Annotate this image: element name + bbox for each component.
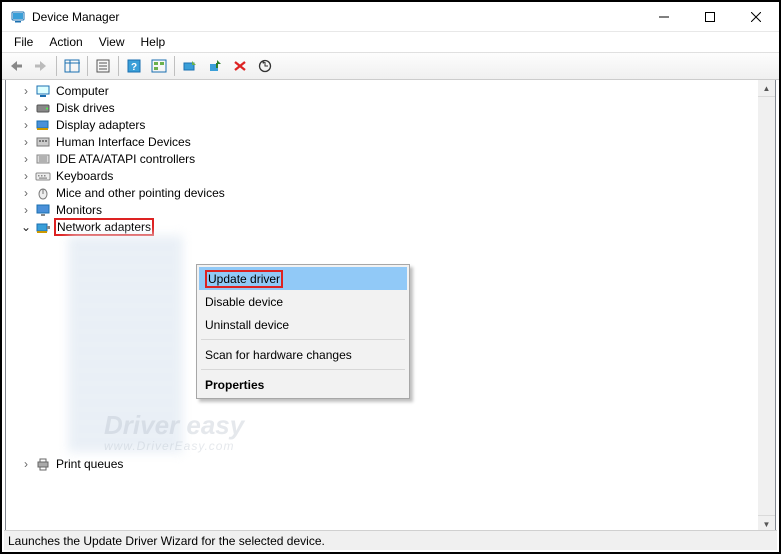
toolbar-separator: [87, 56, 88, 76]
ctx-label: Scan for hardware changes: [205, 348, 352, 362]
tree-label: Print queues: [54, 457, 125, 471]
tree-item-hid[interactable]: › Human Interface Devices: [6, 133, 775, 150]
display-adapter-icon: [35, 117, 51, 133]
toolbar-separator: [174, 56, 175, 76]
toolbar-separator: [118, 56, 119, 76]
titlebar: Device Manager: [2, 2, 779, 32]
tree-item-network-adapters[interactable]: ⌄ Network adapters: [6, 218, 775, 235]
tree-label: Keyboards: [54, 169, 115, 183]
disable-button[interactable]: [228, 55, 252, 77]
ctx-uninstall-device[interactable]: Uninstall device: [199, 313, 407, 336]
menu-view[interactable]: View: [91, 33, 133, 51]
tree-label: Disk drives: [54, 101, 117, 115]
chevron-down-icon[interactable]: ⌄: [20, 221, 32, 233]
tree-item-disk-drives[interactable]: › Disk drives: [6, 99, 775, 116]
ide-controller-icon: [35, 151, 51, 167]
statusbar: Launches the Update Driver Wizard for th…: [4, 530, 777, 550]
tree-item-computer[interactable]: › Computer: [6, 82, 775, 99]
chevron-right-icon[interactable]: ›: [20, 136, 32, 148]
properties-button[interactable]: [91, 55, 115, 77]
device-manager-icon: [10, 9, 26, 25]
window-title: Device Manager: [32, 10, 641, 24]
chevron-right-icon[interactable]: ›: [20, 153, 32, 165]
svg-text:?: ?: [131, 62, 137, 73]
nav-back-button[interactable]: [4, 55, 28, 77]
tree-item-keyboards[interactable]: › Keyboards: [6, 167, 775, 184]
tree-label: IDE ATA/ATAPI controllers: [54, 152, 197, 166]
chevron-right-icon[interactable]: ›: [20, 204, 32, 216]
show-hide-tree-button[interactable]: [60, 55, 84, 77]
tree-label: Computer: [54, 84, 111, 98]
printer-icon: [35, 456, 51, 472]
ctx-label: Uninstall device: [205, 318, 289, 332]
blurred-child-devices: [68, 235, 183, 453]
uninstall-button[interactable]: [203, 55, 227, 77]
scan-hardware-button[interactable]: [253, 55, 277, 77]
toolbar-separator: [56, 56, 57, 76]
network-adapter-icon: [35, 219, 51, 235]
chevron-right-icon[interactable]: ›: [20, 170, 32, 182]
maximize-button[interactable]: [687, 2, 733, 31]
disk-drive-icon: [35, 100, 51, 116]
tree-item-print-queues[interactable]: › Print queues: [6, 455, 775, 472]
hid-icon: [35, 134, 51, 150]
chevron-right-icon[interactable]: ›: [20, 458, 32, 470]
tree-label: Mice and other pointing devices: [54, 186, 227, 200]
tree-item-mice[interactable]: › Mice and other pointing devices: [6, 184, 775, 201]
ctx-scan-hardware[interactable]: Scan for hardware changes: [199, 343, 407, 366]
scroll-up-button[interactable]: ▲: [758, 80, 775, 97]
menubar: File Action View Help: [2, 32, 779, 52]
ctx-label: Disable device: [205, 295, 283, 309]
ctx-separator: [201, 369, 405, 370]
ctx-disable-device[interactable]: Disable device: [199, 290, 407, 313]
chevron-right-icon[interactable]: ›: [20, 119, 32, 131]
tree-item-display-adapters[interactable]: › Display adapters: [6, 116, 775, 133]
mouse-icon: [35, 185, 51, 201]
help-button[interactable]: ?: [122, 55, 146, 77]
close-button[interactable]: [733, 2, 779, 31]
scrollbar[interactable]: ▲ ▼: [758, 80, 775, 532]
tree-label: Monitors: [54, 203, 104, 217]
menu-help[interactable]: Help: [133, 33, 174, 51]
tree-label: Network adapters: [54, 218, 154, 236]
ctx-separator: [201, 339, 405, 340]
tree-item-monitors[interactable]: › Monitors: [6, 201, 775, 218]
chevron-right-icon[interactable]: ›: [20, 85, 32, 97]
update-driver-button[interactable]: [178, 55, 202, 77]
keyboard-icon: [35, 168, 51, 184]
minimize-button[interactable]: [641, 2, 687, 31]
ctx-update-driver[interactable]: Update driver: [199, 267, 407, 290]
computer-icon: [35, 83, 51, 99]
window-controls: [641, 2, 779, 31]
tree-label: Display adapters: [54, 118, 147, 132]
toolbar: ?: [2, 52, 779, 80]
tree-item-ide[interactable]: › IDE ATA/ATAPI controllers: [6, 150, 775, 167]
menu-file[interactable]: File: [6, 33, 41, 51]
chevron-right-icon[interactable]: ›: [20, 102, 32, 114]
ctx-label: Update driver: [205, 270, 283, 288]
nav-forward-button[interactable]: [29, 55, 53, 77]
device-list-button[interactable]: [147, 55, 171, 77]
tree-label: Human Interface Devices: [54, 135, 193, 149]
chevron-right-icon[interactable]: ›: [20, 187, 32, 199]
ctx-properties[interactable]: Properties: [199, 373, 407, 396]
monitor-icon: [35, 202, 51, 218]
status-text: Launches the Update Driver Wizard for th…: [8, 534, 325, 548]
context-menu: Update driver Disable device Uninstall d…: [196, 264, 410, 399]
ctx-label: Properties: [205, 378, 264, 392]
menu-action[interactable]: Action: [41, 33, 90, 51]
